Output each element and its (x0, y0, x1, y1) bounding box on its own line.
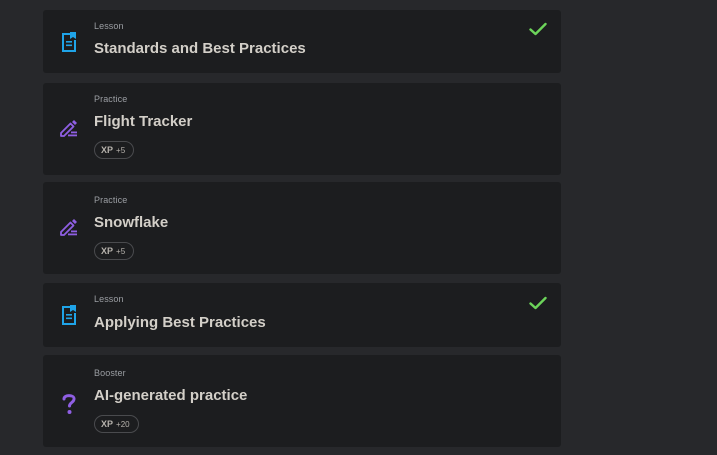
lesson-document-icon (59, 31, 79, 53)
xp-badge: XP +5 (94, 141, 134, 159)
xp-badge: XP +5 (94, 242, 134, 260)
xp-label: XP (101, 145, 114, 155)
completed-check-icon (529, 22, 547, 36)
xp-value: +20 (116, 419, 130, 429)
xp-value: +5 (116, 145, 126, 155)
list-item-practice-flight-tracker[interactable]: Practice Flight Tracker XP +5 (43, 83, 561, 175)
list-item-lesson-applying[interactable]: Lesson Applying Best Practices (43, 283, 561, 347)
lesson-document-icon (59, 304, 79, 326)
item-title: Flight Tracker (94, 113, 193, 130)
booster-question-icon (59, 392, 79, 414)
practice-pencil-icon (59, 117, 79, 139)
item-type-label: Lesson (94, 294, 124, 304)
item-title: Applying Best Practices (94, 314, 266, 331)
practice-pencil-icon (59, 216, 79, 238)
xp-label: XP (101, 419, 114, 429)
list-item-lesson-standards[interactable]: Lesson Standards and Best Practices (43, 10, 561, 73)
item-title: AI-generated practice (94, 387, 248, 404)
xp-badge: XP +20 (94, 415, 139, 433)
item-title: Standards and Best Practices (94, 40, 306, 57)
list-item-booster-ai-practice[interactable]: Booster AI-generated practice XP +20 (43, 355, 561, 447)
item-type-label: Practice (94, 195, 128, 205)
list-item-practice-snowflake[interactable]: Practice Snowflake XP +5 (43, 182, 561, 274)
completed-check-icon (529, 296, 547, 310)
item-title: Snowflake (94, 214, 169, 231)
xp-value: +5 (116, 246, 126, 256)
item-type-label: Booster (94, 368, 126, 378)
item-type-label: Lesson (94, 21, 124, 31)
item-type-label: Practice (94, 94, 128, 104)
xp-label: XP (101, 246, 114, 256)
